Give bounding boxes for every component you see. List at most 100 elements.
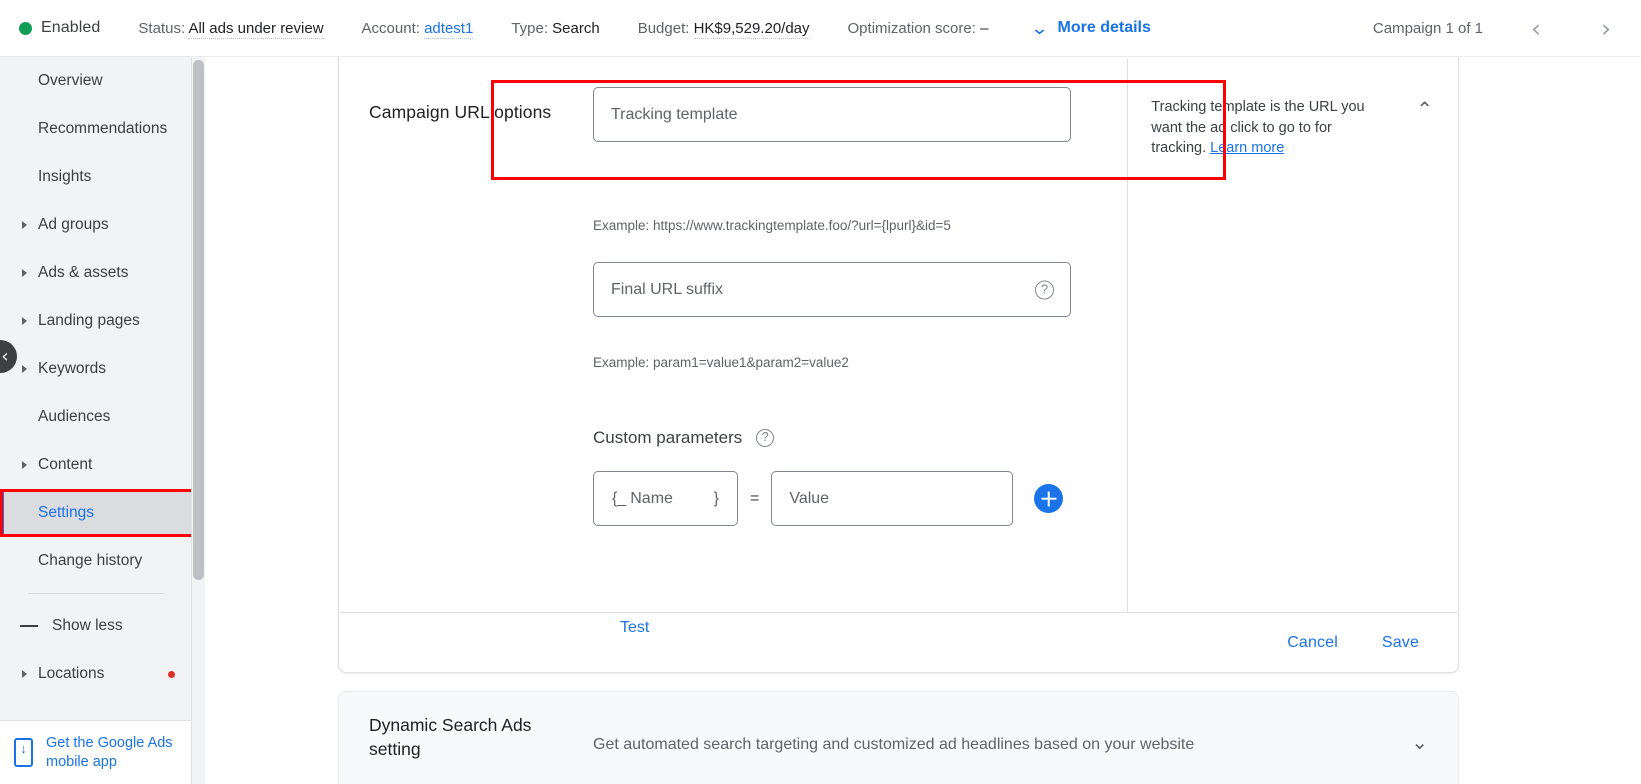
- enabled-status-dot: [19, 21, 32, 35]
- collapse-help-panel-icon[interactable]: ⌃: [1416, 99, 1433, 119]
- account-value[interactable]: adtest1: [424, 19, 474, 39]
- tracking-template-input[interactable]: Tracking template: [593, 87, 1071, 142]
- dynamic-search-ads-subtitle: Get automated search targeting and custo…: [593, 736, 1195, 753]
- left-navigation-sidebar: Overview Recommendations Insights Ad gro…: [0, 57, 192, 784]
- sidebar-item-audiences[interactable]: Audiences: [0, 393, 191, 441]
- show-less-button[interactable]: Show less: [0, 602, 191, 650]
- sidebar-item-insights[interactable]: Insights: [0, 153, 191, 201]
- sidebar-item-label: Settings: [38, 504, 95, 521]
- mobile-app-promo[interactable]: Get the Google Ads mobile app: [0, 720, 191, 784]
- custom-parameter-name-input[interactable]: {_ Name }: [593, 471, 738, 526]
- sidebar-item-label: Keywords: [38, 360, 107, 377]
- sidebar-item-content[interactable]: Content: [0, 441, 191, 489]
- show-less-label: Show less: [52, 617, 123, 634]
- campaign-url-options-title: Campaign URL options: [369, 102, 552, 122]
- sidebar-item-label: Insights: [38, 168, 92, 185]
- chevron-down-icon[interactable]: ⌄: [1411, 732, 1428, 752]
- help-circle-icon[interactable]: ?: [1035, 280, 1054, 299]
- brace-left-label: {_: [612, 489, 627, 507]
- optimization-score-meta: Optimization score: –: [848, 20, 989, 37]
- sidebar-item-locations[interactable]: Locations: [0, 650, 191, 698]
- previous-campaign-icon[interactable]: ‹: [1531, 16, 1541, 41]
- tracking-template-placeholder: Tracking template: [611, 105, 738, 123]
- mobile-phone-download-icon: [14, 738, 33, 767]
- url-options-form-column: Campaign URL options Tracking template E…: [339, 59, 1127, 636]
- status-meta: Status: All ads under review: [138, 19, 324, 39]
- budget-value[interactable]: HK$9,529.20/day: [693, 19, 810, 39]
- sidebar-item-recommendations[interactable]: Recommendations: [0, 105, 191, 153]
- sidebar-item-change-history[interactable]: Change history: [0, 537, 191, 585]
- dynamic-search-ads-setting-card[interactable]: Dynamic Search Ads setting Get automated…: [338, 691, 1459, 784]
- custom-parameter-value-input[interactable]: Value: [771, 471, 1014, 526]
- card-footer-actions: Cancel Save: [339, 612, 1458, 672]
- chevron-left-icon: ‹: [1, 345, 9, 367]
- campaign-header-bar: Enabled Status: All ads under review Acc…: [0, 0, 1641, 57]
- help-circle-icon[interactable]: ?: [756, 429, 775, 447]
- sidebar-item-label: Change history: [38, 552, 143, 569]
- budget-label: Budget:: [637, 19, 690, 37]
- type-meta: Type: Search: [511, 20, 599, 37]
- status-label: Status:: [138, 19, 186, 37]
- type-value: Search: [552, 19, 600, 37]
- final-url-suffix-input[interactable]: Final URL suffix ?: [593, 262, 1071, 317]
- sidebar-item-label: Overview: [38, 72, 103, 89]
- expand-caret-icon: [22, 269, 27, 277]
- brace-right-label: }: [713, 489, 719, 507]
- optimization-score-label: Optimization score:: [847, 19, 976, 37]
- sidebar-item-landing-pages[interactable]: Landing pages: [0, 297, 191, 345]
- account-label: Account:: [361, 19, 420, 37]
- tracking-template-example: Example: https://www.trackingtemplate.fo…: [593, 218, 951, 233]
- custom-parameters-label: Custom parameters: [593, 428, 743, 447]
- sidebar-item-ads-assets[interactable]: Ads & assets: [0, 249, 191, 297]
- main-content-area: Campaign URL options Tracking template E…: [205, 57, 1641, 784]
- sidebar-item-overview[interactable]: Overview: [0, 57, 191, 105]
- custom-parameters-header: Custom parameters ?: [593, 428, 775, 448]
- final-url-suffix-example: Example: param1=value1&param2=value2: [593, 355, 849, 370]
- sidebar-item-label: Audiences: [38, 408, 111, 425]
- mobile-app-promo-label: Get the Google Ads mobile app: [46, 735, 173, 770]
- sidebar-divider: [28, 593, 165, 594]
- custom-parameter-value-placeholder: Value: [789, 489, 830, 507]
- notification-dot-icon: [168, 670, 175, 678]
- campaign-url-options-card: Campaign URL options Tracking template E…: [338, 59, 1459, 673]
- learn-more-link[interactable]: Learn more: [1210, 140, 1284, 156]
- more-details-button[interactable]: ⌄ More details: [1030, 18, 1151, 38]
- next-campaign-icon[interactable]: ›: [1601, 16, 1611, 41]
- card-body: Campaign URL options Tracking template E…: [339, 59, 1458, 636]
- help-side-panel: Tracking template is the URL you want th…: [1127, 59, 1458, 613]
- equals-label: =: [750, 489, 760, 507]
- add-custom-parameter-icon[interactable]: [1034, 484, 1064, 513]
- sidebar-item-label: Landing pages: [38, 312, 140, 329]
- custom-parameter-name-placeholder: Name: [630, 489, 673, 507]
- minus-icon: [20, 625, 38, 627]
- type-label: Type:: [511, 19, 548, 37]
- sidebar-item-label: Content: [38, 456, 93, 473]
- cancel-button[interactable]: Cancel: [1287, 634, 1338, 652]
- sidebar-item-settings[interactable]: Settings: [0, 489, 191, 537]
- expand-caret-icon: [22, 365, 27, 373]
- expand-caret-icon: [22, 317, 27, 325]
- status-value[interactable]: All ads under review: [188, 19, 324, 39]
- sidebar-item-ad-groups[interactable]: Ad groups: [0, 201, 191, 249]
- enabled-label: Enabled: [41, 19, 101, 36]
- tracking-template-help-text: Tracking template is the URL you want th…: [1151, 97, 1371, 159]
- final-url-suffix-placeholder: Final URL suffix: [611, 280, 724, 298]
- chevron-down-icon: ⌄: [1030, 18, 1050, 38]
- dynamic-search-ads-title: Dynamic Search Ads setting: [369, 715, 532, 759]
- campaign-counter: Campaign 1 of 1: [1372, 19, 1483, 37]
- expand-caret-icon: [22, 670, 27, 678]
- custom-parameter-row: {_ Name } = Value: [593, 471, 1064, 526]
- sidebar-item-label: Ads & assets: [38, 264, 129, 281]
- sidebar-item-label: Recommendations: [38, 120, 168, 137]
- optimization-score-value: –: [980, 19, 989, 37]
- more-details-label: More details: [1057, 19, 1151, 36]
- account-meta: Account: adtest1: [361, 19, 474, 39]
- sidebar-scrollbar-thumb[interactable]: [193, 60, 204, 580]
- save-button[interactable]: Save: [1382, 634, 1419, 652]
- expand-caret-icon: [22, 461, 27, 469]
- sidebar-item-label: Ad groups: [38, 216, 109, 233]
- expand-caret-icon: [22, 221, 27, 229]
- sidebar-item-keywords[interactable]: Keywords: [0, 345, 191, 393]
- sidebar-item-label: Locations: [38, 665, 105, 682]
- budget-meta: Budget: HK$9,529.20/day: [637, 19, 810, 39]
